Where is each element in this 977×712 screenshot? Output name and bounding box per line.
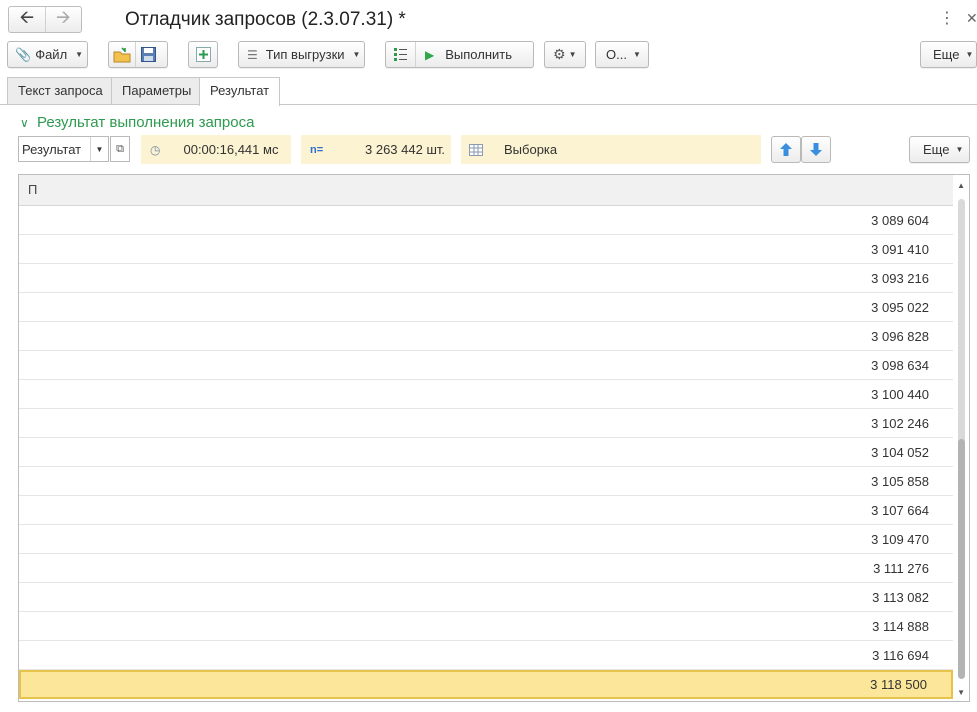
chevron-down-icon: ∨ — [20, 116, 29, 130]
table-row[interactable]: 3 093 216 — [19, 264, 953, 293]
table-row[interactable]: 3 104 052 — [19, 438, 953, 467]
chevron-down-icon: ▼ — [568, 50, 577, 59]
table-row[interactable]: 3 095 022 — [19, 293, 953, 322]
execute-group: ▶ Выполнить — [385, 41, 534, 68]
close-icon[interactable]: ✕ — [966, 10, 977, 27]
result-more-button[interactable]: Еще ▼ — [909, 136, 970, 163]
list-icon: ☰ — [247, 47, 258, 62]
window-title: Отладчик запросов (2.3.07.31) * — [125, 9, 406, 30]
kebab-menu-icon[interactable]: ⋮ — [939, 8, 955, 28]
move-down-button[interactable] — [801, 136, 831, 163]
row-count-value: 3 263 442 шт. — [365, 142, 445, 157]
chevron-down-icon: ▼ — [75, 50, 84, 59]
open-folder-icon[interactable] — [109, 42, 135, 67]
vertical-scrollbar[interactable]: ▲ ▼ — [953, 175, 969, 701]
table-row[interactable]: 3 107 664 — [19, 496, 953, 525]
play-icon: ▶ — [425, 47, 435, 62]
o-menu-button[interactable]: О... ▼ — [595, 41, 649, 68]
result-kind-field: Выборка — [461, 135, 761, 164]
table-row[interactable]: 3 089 604 — [19, 206, 953, 235]
result-table[interactable]: П 3 089 604 3 091 410 3 093 216 3 095 022 3 … — [18, 174, 970, 702]
more-button-label: Еще — [933, 47, 960, 62]
count-icon: n= — [310, 143, 324, 156]
chevron-down-icon: ▼ — [352, 50, 361, 59]
chevron-down-icon: ▼ — [955, 145, 964, 154]
table-row[interactable]: 3 113 082 — [19, 583, 953, 612]
table-row[interactable]: 3 091 410 — [19, 235, 953, 264]
table-body: 3 089 604 3 091 410 3 093 216 3 095 022 3 09… — [19, 206, 953, 699]
file-button-label: Файл — [35, 47, 68, 62]
result-group-header[interactable]: ∨ Результат выполнения запроса — [20, 113, 254, 133]
tree-list-icon[interactable] — [386, 42, 415, 67]
table-row[interactable]: 3 100 440 — [19, 380, 953, 409]
result-select-value: Результат — [22, 141, 82, 157]
open-window-icon[interactable]: ⧉ — [110, 136, 130, 162]
gear-icon: ⚙ — [553, 46, 566, 62]
save-icon[interactable] — [135, 42, 161, 67]
table-row[interactable]: 3 116 694 — [19, 641, 953, 670]
execution-time-field: ◷ 00:00:16,441 мс — [141, 135, 291, 164]
more-button[interactable]: Еще ▼ — [920, 41, 977, 68]
execute-button[interactable]: Выполнить — [441, 47, 516, 62]
result-select[interactable]: Результат ▼ — [18, 136, 109, 162]
move-up-button[interactable] — [771, 136, 801, 163]
table-row[interactable]: 3 096 828 — [19, 322, 953, 351]
scroll-thumb[interactable] — [958, 439, 965, 679]
column-header[interactable]: П — [19, 175, 953, 206]
tab-parameters[interactable]: Параметры — [111, 77, 203, 105]
back-arrow-icon[interactable]: 🡨 — [9, 7, 45, 32]
table-icon — [469, 143, 483, 156]
table-row[interactable]: 3 109 470 — [19, 525, 953, 554]
clock-icon: ◷ — [150, 142, 161, 157]
settings-button[interactable]: ⚙ ▼ — [544, 41, 586, 68]
execution-time-value: 00:00:16,441 мс — [183, 142, 279, 157]
paperclip-icon: 📎 — [15, 46, 32, 62]
scroll-up-icon[interactable]: ▲ — [957, 181, 965, 190]
row-count-field: n= 3 263 442 шт. — [301, 135, 451, 164]
add-button[interactable] — [188, 41, 218, 68]
table-row[interactable]: 3 102 246 — [19, 409, 953, 438]
result-kind-value: Выборка — [504, 142, 558, 157]
arrow-up-icon — [780, 143, 792, 156]
table-row[interactable]: 3 114 888 — [19, 612, 953, 641]
table-row[interactable]: 3 105 858 — [19, 467, 953, 496]
file-button[interactable]: 📎 Файл ▼ — [7, 41, 88, 68]
add-icon — [195, 47, 211, 62]
arrow-down-icon — [810, 143, 822, 156]
chevron-down-icon[interactable]: ▼ — [90, 137, 108, 161]
forward-arrow-icon[interactable]: 🡪 — [44, 7, 82, 32]
chevron-down-icon: ▼ — [965, 50, 974, 59]
export-type-label: Тип выгрузки — [265, 47, 345, 62]
result-group-title: Результат выполнения запроса — [36, 114, 255, 131]
export-type-button[interactable]: ☰ Тип выгрузки ▼ — [238, 41, 365, 68]
open-save-group — [108, 41, 168, 68]
table-row[interactable]: 3 111 276 — [19, 554, 953, 583]
o-menu-label: О... — [606, 47, 627, 62]
table-row[interactable]: 3 118 500 — [19, 670, 953, 699]
tab-query-text[interactable]: Текст запроса — [7, 77, 114, 105]
chevron-down-icon: ▼ — [632, 50, 641, 59]
tab-result[interactable]: Результат — [199, 77, 281, 106]
tab-divider — [0, 104, 977, 105]
result-more-label: Еще — [923, 142, 950, 157]
navigation-buttons: 🡨 🡪 — [8, 6, 82, 33]
scroll-down-icon[interactable]: ▼ — [957, 688, 965, 697]
table-row[interactable]: 3 098 634 — [19, 351, 953, 380]
